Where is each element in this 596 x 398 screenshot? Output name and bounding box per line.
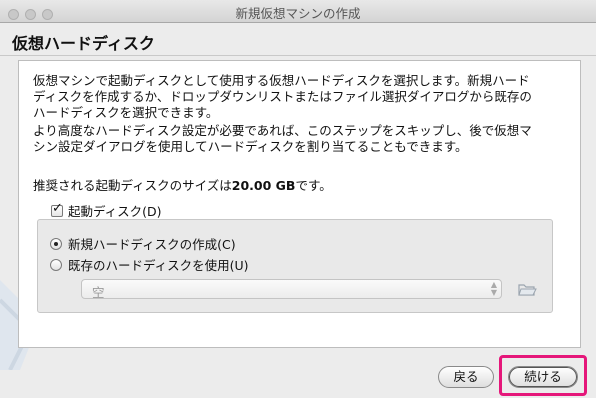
description-paragraph-2: より高度なハードディスク設定が必要であれば、このステップをスキップし、後で仮想マ… <box>33 123 563 155</box>
description-line: シン設定ダイアログを使用してハードディスクを割り当てることもできます。 <box>33 139 468 154</box>
recommended-size-suffix: です。 <box>295 178 332 193</box>
use-existing-disk-label[interactable]: 既存のハードディスクを使用(U) <box>68 255 249 274</box>
divider <box>0 55 596 56</box>
disk-options-group: 新規ハードディスクの作成(C) 既存のハードディスクを使用(U) 空 ▲ ▼ <box>37 219 553 313</box>
radio-button[interactable] <box>50 258 62 271</box>
window-title: 新規仮想マシンの作成 <box>235 6 361 21</box>
folder-open-icon[interactable] <box>516 279 538 299</box>
continue-button-highlight <box>499 355 587 396</box>
up-down-arrows-icon: ▲ ▼ <box>490 280 497 297</box>
window-titlebar: 新規仮想マシンの作成 <box>0 0 596 23</box>
radio-dot-icon <box>54 241 58 246</box>
checkbox-box[interactable]: ✓ <box>51 201 63 217</box>
page-title: 仮想ハードディスク <box>12 34 155 53</box>
recommended-size-text: 推奨される起動ディスクのサイズは20.00 GBです。 <box>33 178 563 194</box>
description-paragraph-1: 仮想マシンで起動ディスクとして使用する仮想ハードディスクを選択します。新規ハード… <box>33 73 563 121</box>
description-line: 仮想マシンで起動ディスクとして使用する仮想ハードディスクを選択します。新規ハード <box>33 73 530 88</box>
description-line: ディスクを作成するか、ドロップダウンリストまたはファイル選択ダイアログから既存の <box>33 89 532 104</box>
existing-disk-select-value: 空 <box>92 285 105 300</box>
boot-disk-checkbox[interactable]: ✓ 起動ディスク(D) <box>51 201 162 220</box>
recommended-size-prefix: 推奨される起動ディスクのサイズは <box>33 178 232 193</box>
radio-button-selected[interactable] <box>50 237 62 250</box>
create-new-disk-label[interactable]: 新規ハードディスクの作成(C) <box>68 234 236 253</box>
boot-disk-label[interactable]: 起動ディスク(D) <box>68 201 162 220</box>
checkmark-icon: ✓ <box>52 200 63 216</box>
existing-disk-select[interactable]: 空 ▲ ▼ <box>81 279 502 300</box>
recommended-size-value: 20.00 GB <box>231 178 296 193</box>
use-existing-disk-radio[interactable]: 既存のハードディスクを使用(U) <box>50 255 249 274</box>
back-button[interactable]: 戻る <box>438 366 494 388</box>
create-new-disk-radio[interactable]: 新規ハードディスクの作成(C) <box>50 234 236 253</box>
description-line: より高度なハードディスク設定が必要であれば、このステップをスキップし、後で仮想マ <box>33 123 532 138</box>
description-line: ハードディスクを選択できます。 <box>33 105 219 120</box>
content-panel: 仮想マシンで起動ディスクとして使用する仮想ハードディスクを選択します。新規ハード… <box>18 60 581 348</box>
